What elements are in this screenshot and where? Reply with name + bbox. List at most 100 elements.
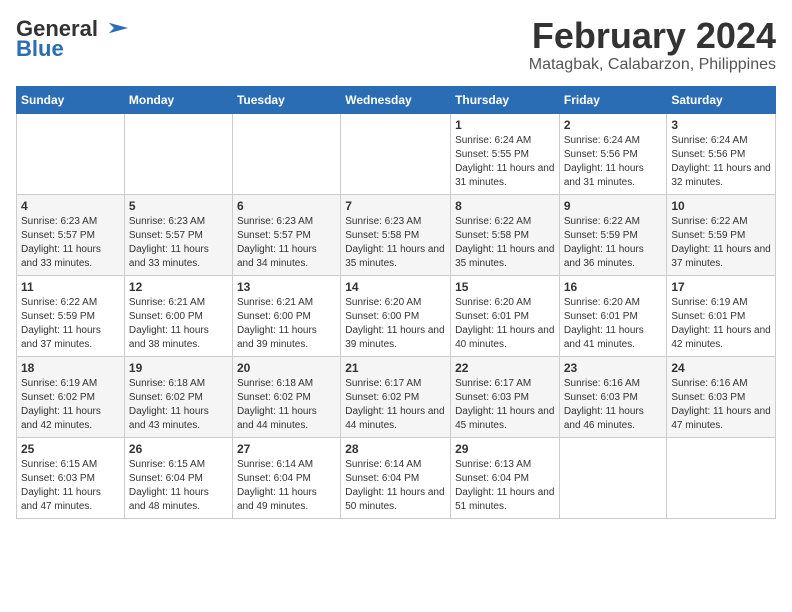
month-title: February 2024 (529, 16, 776, 56)
day-number: 27 (237, 442, 336, 456)
day-number: 19 (129, 361, 228, 375)
day-number: 20 (237, 361, 336, 375)
day-cell: 5 Sunrise: 6:23 AM Sunset: 5:57 PM Daylig… (124, 194, 232, 275)
week-row-5: 25Sunrise: 6:15 AM Sunset: 6:03 PM Dayli… (17, 437, 776, 518)
day-info: Sunrise: 6:13 AM Sunset: 6:04 PM Dayligh… (455, 458, 555, 514)
day-number: 3 (671, 118, 771, 132)
day-info: Sunrise: 6:17 AM Sunset: 6:02 PM Dayligh… (345, 377, 446, 433)
header: General Blue February 2024 Matagbak, Cal… (16, 16, 776, 74)
week-row-1: 1 Sunrise: 6:24 AM Sunset: 5:55 PM Daylig… (17, 113, 776, 194)
location-title: Matagbak, Calabarzon, Philippines (529, 56, 776, 74)
day-cell: 13 Sunrise: 6:21 AM Sunset: 6:00 PM Dayli… (232, 275, 340, 356)
day-number: 8 (455, 199, 555, 213)
col-header-thursday: Thursday (451, 86, 560, 113)
day-info: Sunrise: 6:24 AM Sunset: 5:56 PM Dayligh… (671, 134, 771, 190)
week-row-4: 18 Sunrise: 6:19 AM Sunset: 6:02 PM Dayli… (17, 356, 776, 437)
col-header-saturday: Saturday (667, 86, 776, 113)
day-number: 17 (671, 280, 771, 294)
day-info: Sunrise: 6:23 AM Sunset: 5:58 PM Dayligh… (345, 215, 446, 271)
day-cell: 20 Sunrise: 6:18 AM Sunset: 6:02 PM Dayli… (232, 356, 340, 437)
day-info: Sunrise: 6:19 AM Sunset: 6:01 PM Dayligh… (671, 296, 771, 352)
day-info: Sunrise: 6:21 AM Sunset: 6:00 PM Dayligh… (129, 296, 228, 352)
day-number: 15 (455, 280, 555, 294)
day-cell: 23Sunrise: 6:16 AM Sunset: 6:03 PM Dayli… (559, 356, 667, 437)
day-info: Sunrise: 6:16 AM Sunset: 6:03 PM Dayligh… (671, 377, 771, 433)
col-header-friday: Friday (559, 86, 667, 113)
day-cell (667, 437, 776, 518)
day-info: Sunrise: 6:23 AM Sunset: 5:57 PM Dayligh… (129, 215, 228, 271)
day-cell: 24 Sunrise: 6:16 AM Sunset: 6:03 PM Dayli… (667, 356, 776, 437)
day-info: Sunrise: 6:21 AM Sunset: 6:00 PM Dayligh… (237, 296, 336, 352)
week-row-3: 11 Sunrise: 6:22 AM Sunset: 5:59 PM Dayli… (17, 275, 776, 356)
day-info: Sunrise: 6:14 AM Sunset: 6:04 PM Dayligh… (237, 458, 336, 514)
day-cell: 22 Sunrise: 6:17 AM Sunset: 6:03 PM Dayli… (451, 356, 560, 437)
day-number: 6 (237, 199, 336, 213)
day-cell: 9Sunrise: 6:22 AM Sunset: 5:59 PM Daylig… (559, 194, 667, 275)
calendar-table: SundayMondayTuesdayWednesdayThursdayFrid… (16, 86, 776, 519)
day-cell (232, 113, 340, 194)
day-number: 2 (564, 118, 663, 132)
col-header-tuesday: Tuesday (232, 86, 340, 113)
day-number: 16 (564, 280, 663, 294)
day-cell: 19 Sunrise: 6:18 AM Sunset: 6:02 PM Dayli… (124, 356, 232, 437)
title-block: February 2024 Matagbak, Calabarzon, Phil… (529, 16, 776, 74)
day-info: Sunrise: 6:23 AM Sunset: 5:57 PM Dayligh… (21, 215, 120, 271)
day-number: 11 (21, 280, 120, 294)
day-cell: 15 Sunrise: 6:20 AM Sunset: 6:01 PM Dayli… (451, 275, 560, 356)
day-cell: 27 Sunrise: 6:14 AM Sunset: 6:04 PM Dayli… (232, 437, 340, 518)
day-cell: 4 Sunrise: 6:23 AM Sunset: 5:57 PM Daylig… (17, 194, 125, 275)
day-number: 12 (129, 280, 228, 294)
day-number: 29 (455, 442, 555, 456)
col-header-sunday: Sunday (17, 86, 125, 113)
day-number: 24 (671, 361, 771, 375)
day-info: Sunrise: 6:19 AM Sunset: 6:02 PM Dayligh… (21, 377, 120, 433)
day-number: 4 (21, 199, 120, 213)
day-info: Sunrise: 6:14 AM Sunset: 6:04 PM Dayligh… (345, 458, 446, 514)
day-info: Sunrise: 6:20 AM Sunset: 6:01 PM Dayligh… (455, 296, 555, 352)
day-number: 22 (455, 361, 555, 375)
day-number: 14 (345, 280, 446, 294)
day-cell (124, 113, 232, 194)
day-cell: 12 Sunrise: 6:21 AM Sunset: 6:00 PM Dayli… (124, 275, 232, 356)
day-info: Sunrise: 6:20 AM Sunset: 6:00 PM Dayligh… (345, 296, 446, 352)
week-row-2: 4 Sunrise: 6:23 AM Sunset: 5:57 PM Daylig… (17, 194, 776, 275)
day-cell: 18 Sunrise: 6:19 AM Sunset: 6:02 PM Dayli… (17, 356, 125, 437)
day-cell: 17 Sunrise: 6:19 AM Sunset: 6:01 PM Dayli… (667, 275, 776, 356)
day-number: 5 (129, 199, 228, 213)
day-info: Sunrise: 6:20 AM Sunset: 6:01 PM Dayligh… (564, 296, 663, 352)
day-cell: 26 Sunrise: 6:15 AM Sunset: 6:04 PM Dayli… (124, 437, 232, 518)
day-number: 13 (237, 280, 336, 294)
day-cell: 11 Sunrise: 6:22 AM Sunset: 5:59 PM Dayli… (17, 275, 125, 356)
day-number: 1 (455, 118, 555, 132)
day-cell (341, 113, 451, 194)
day-number: 25 (21, 442, 120, 456)
day-number: 7 (345, 199, 446, 213)
day-cell: 2 Sunrise: 6:24 AM Sunset: 5:56 PM Daylig… (559, 113, 667, 194)
day-number: 21 (345, 361, 446, 375)
day-info: Sunrise: 6:22 AM Sunset: 5:59 PM Dayligh… (671, 215, 771, 271)
day-info: Sunrise: 6:15 AM Sunset: 6:04 PM Dayligh… (129, 458, 228, 514)
header-row: SundayMondayTuesdayWednesdayThursdayFrid… (17, 86, 776, 113)
day-number: 28 (345, 442, 446, 456)
col-header-wednesday: Wednesday (341, 86, 451, 113)
day-cell: 3 Sunrise: 6:24 AM Sunset: 5:56 PM Daylig… (667, 113, 776, 194)
day-cell: 8Sunrise: 6:22 AM Sunset: 5:58 PM Daylig… (451, 194, 560, 275)
day-info: Sunrise: 6:17 AM Sunset: 6:03 PM Dayligh… (455, 377, 555, 433)
day-number: 9 (564, 199, 663, 213)
day-cell: 1 Sunrise: 6:24 AM Sunset: 5:55 PM Daylig… (451, 113, 560, 194)
logo: General Blue (16, 16, 128, 62)
day-number: 18 (21, 361, 120, 375)
day-info: Sunrise: 6:18 AM Sunset: 6:02 PM Dayligh… (129, 377, 228, 433)
logo-arrow-icon (100, 20, 128, 36)
day-cell: 7 Sunrise: 6:23 AM Sunset: 5:58 PM Daylig… (341, 194, 451, 275)
day-cell: 21 Sunrise: 6:17 AM Sunset: 6:02 PM Dayli… (341, 356, 451, 437)
day-info: Sunrise: 6:22 AM Sunset: 5:59 PM Dayligh… (21, 296, 120, 352)
day-number: 10 (671, 199, 771, 213)
day-info: Sunrise: 6:24 AM Sunset: 5:55 PM Dayligh… (455, 134, 555, 190)
day-info: Sunrise: 6:24 AM Sunset: 5:56 PM Dayligh… (564, 134, 663, 190)
day-number: 23 (564, 361, 663, 375)
day-number: 26 (129, 442, 228, 456)
logo-blue: Blue (16, 36, 64, 62)
day-cell: 25Sunrise: 6:15 AM Sunset: 6:03 PM Dayli… (17, 437, 125, 518)
day-info: Sunrise: 6:18 AM Sunset: 6:02 PM Dayligh… (237, 377, 336, 433)
